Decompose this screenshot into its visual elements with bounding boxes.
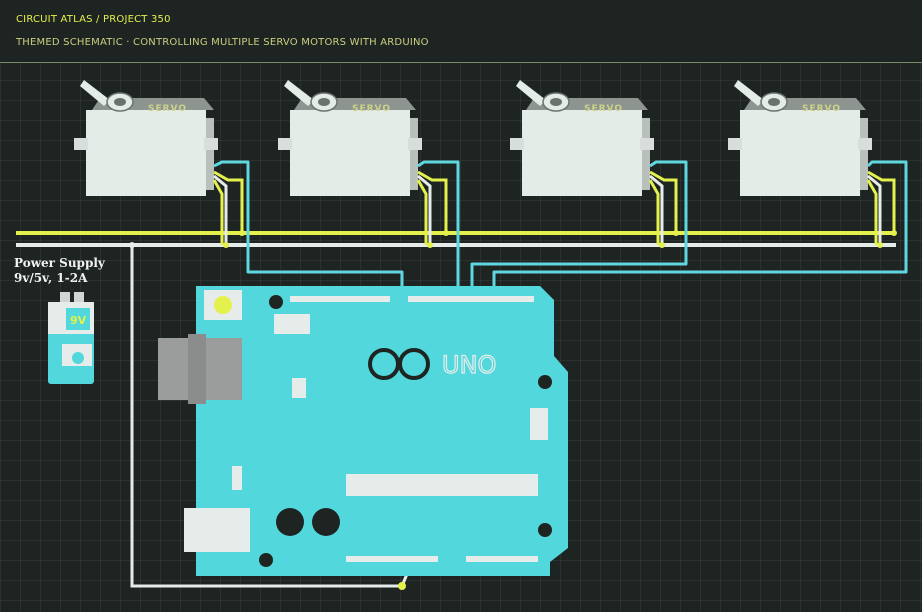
power-jack [184, 508, 250, 552]
arduino-uno-board: UNO [158, 286, 568, 576]
servo-label: SERVO [148, 104, 187, 114]
power-supply-spec: 9v/5v, 1-2A [14, 271, 88, 285]
servo-motor-1: SERVO [74, 80, 218, 196]
servo-label: SERVO [352, 104, 391, 114]
capacitor [276, 508, 304, 536]
capacitor [312, 508, 340, 536]
board-ground-pin-2 [398, 582, 406, 590]
microcontroller-chip [346, 474, 538, 496]
battery-label: 9V [70, 314, 87, 327]
battery: 9V [48, 292, 94, 384]
power-supply-label: Power Supply 9v/5v, 1-2A [14, 256, 105, 286]
servo-motor-4: SERVO [728, 80, 872, 196]
power-supply-title: Power Supply [14, 256, 105, 270]
board-logo-text: UNO [442, 351, 496, 379]
servo-motor-3: SERVO [510, 80, 654, 196]
servo-label: SERVO [802, 104, 841, 114]
ground-junction [129, 242, 135, 248]
servo-label: SERVO [584, 104, 623, 114]
servo-motor-2: SERVO [278, 80, 422, 196]
schematic-canvas: SERVO SERVO SERVO SERVO 9V UNO [16, 80, 908, 590]
